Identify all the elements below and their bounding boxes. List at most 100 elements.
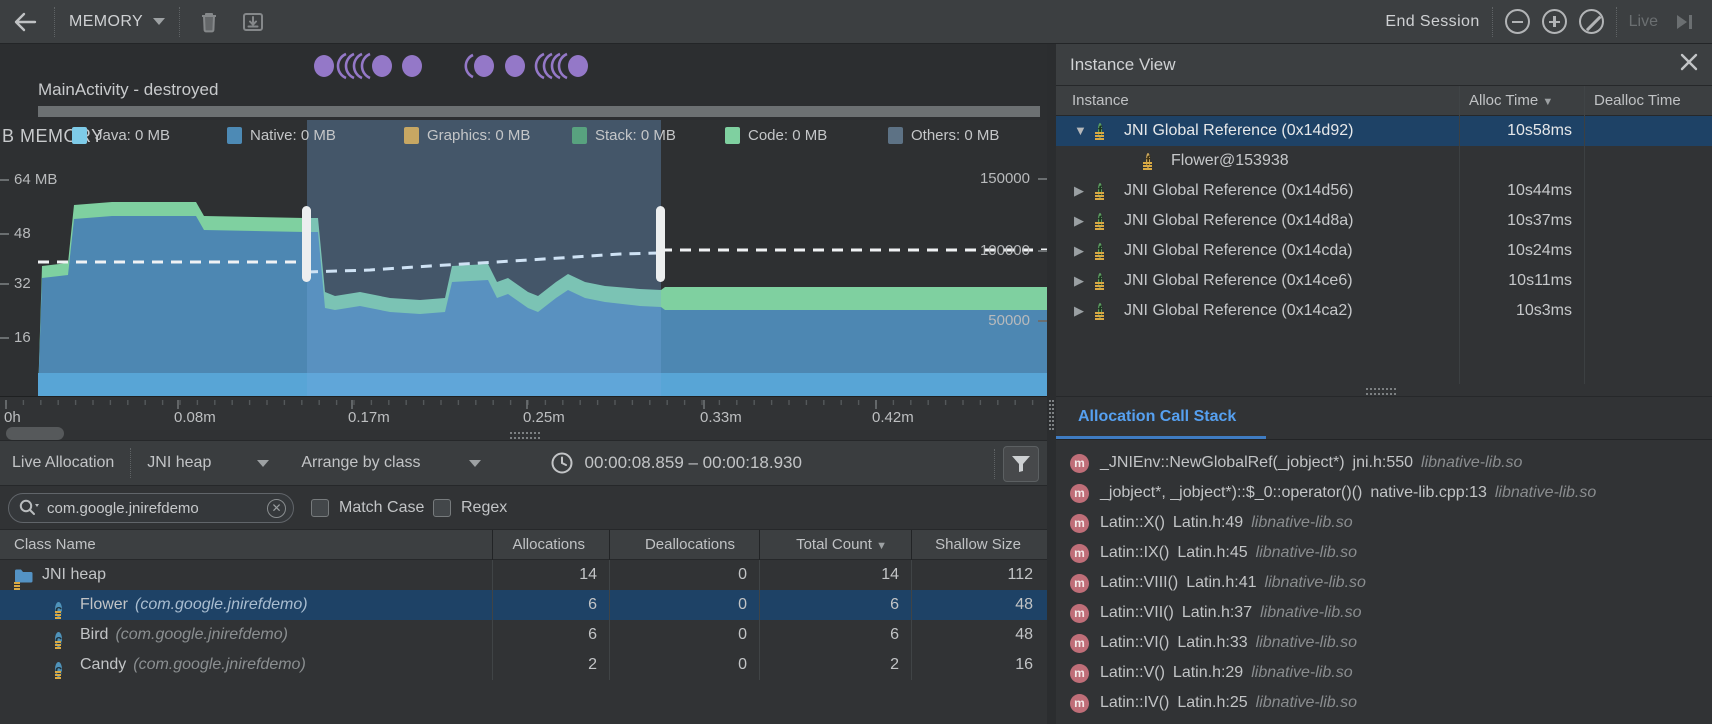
funnel-icon	[1011, 455, 1031, 473]
expander-icon[interactable]: ▼	[1074, 123, 1087, 138]
stack-frame[interactable]: m Latin::VI()Latin.h:33libnative-lib.so	[1056, 628, 1712, 658]
live-button[interactable]: Live	[1629, 13, 1658, 31]
trash-icon[interactable]	[194, 7, 224, 37]
vertical-splitter[interactable]	[1047, 44, 1056, 724]
instance-view-title: Instance View	[1070, 55, 1176, 75]
back-arrow-icon[interactable]	[10, 7, 40, 37]
close-icon[interactable]	[1680, 53, 1698, 76]
heap-select[interactable]: JNI heap	[147, 454, 269, 472]
table-row[interactable]: JNI heap 14 0 14 112	[0, 560, 1047, 590]
column-header[interactable]: Deallocations	[610, 530, 747, 560]
frame-method: Latin::V()	[1100, 664, 1165, 681]
heap-select-value: JNI heap	[147, 454, 211, 472]
frame-location: Latin.h:49	[1173, 514, 1243, 531]
instance-row[interactable]: f Flower@153938	[1056, 146, 1712, 176]
export-heap-dump-icon[interactable]	[238, 7, 268, 37]
go-to-live-icon[interactable]	[1670, 7, 1700, 37]
time-axis-label: 0.33m	[700, 409, 742, 426]
class-icon: f	[1098, 183, 1102, 198]
vertical-splitter-grip[interactable]	[1049, 400, 1054, 430]
frame-module: libnative-lib.so	[1251, 514, 1352, 531]
frame-location: Latin.h:25	[1177, 694, 1247, 711]
y-axis-left-label: 64 MB	[14, 171, 57, 188]
match-case-checkbox[interactable]	[311, 499, 329, 517]
expander-icon[interactable]: ▶	[1074, 243, 1084, 259]
y-axis-right-label: 50000	[946, 312, 1030, 329]
table-row[interactable]: c Bird(com.google.jnirefdemo) 6 0 6 48	[0, 620, 1047, 650]
selection-handle-left	[302, 206, 311, 282]
end-session-button[interactable]: End Session	[1385, 13, 1479, 31]
alloc-time-value: 10s24ms	[1459, 236, 1572, 266]
table-row[interactable]: c Candy(com.google.jnirefdemo) 2 0 2 16	[0, 650, 1047, 680]
instance-row[interactable]: ▼ f JNI Global Reference (0x14d92) 10s58…	[1056, 116, 1712, 146]
column-header[interactable]: Total Count ▼	[760, 530, 899, 560]
arrange-select-value: Arrange by class	[301, 454, 420, 472]
column-header[interactable]: Shallow Size	[912, 530, 1033, 560]
instance-table-header[interactable]: Instance Alloc Time ▼ Dealloc Time	[1056, 86, 1712, 116]
stack-frame[interactable]: m Latin::IV()Latin.h:25libnative-lib.so	[1056, 688, 1712, 718]
frame-method: _jobject*, _jobject*)::$_0::operator()()	[1100, 484, 1362, 501]
instance-column-header[interactable]: Instance	[1072, 86, 1452, 116]
frame-location: Latin.h:37	[1182, 604, 1252, 621]
instance-label: JNI Global Reference (0x14ce6)	[1124, 266, 1353, 296]
jni-heap-folder-icon	[14, 571, 33, 588]
timeline-scrollbar[interactable]	[6, 427, 64, 440]
stack-frame[interactable]: m Latin::V()Latin.h:29libnative-lib.so	[1056, 658, 1712, 688]
instance-row[interactable]: ▶ f JNI Global Reference (0x14d56) 10s44…	[1056, 176, 1712, 206]
time-axis-label: 0.08m	[174, 409, 216, 426]
clock-icon	[547, 448, 577, 478]
expander-icon[interactable]: ▶	[1074, 183, 1084, 199]
stack-frame[interactable]: m _JNIEnv::NewGlobalRef(_jobject*)jni.h:…	[1056, 448, 1712, 478]
class-icon: c	[55, 632, 62, 647]
event-timeline: MainActivity - destroyed	[0, 44, 1047, 120]
reset-zoom-button[interactable]	[1579, 9, 1604, 34]
arrange-select[interactable]: Arrange by class	[301, 454, 480, 472]
zoom-out-button[interactable]	[1505, 9, 1530, 34]
instance-row[interactable]: ▶ f JNI Global Reference (0x14cda) 10s24…	[1056, 236, 1712, 266]
expander-icon[interactable]: ▶	[1074, 213, 1084, 229]
stack-frame[interactable]: m Latin::IX()Latin.h:45libnative-lib.so	[1056, 538, 1712, 568]
legend-item: Others: 0 MB	[888, 127, 999, 144]
instance-row[interactable]: ▶ f JNI Global Reference (0x14d8a) 10s37…	[1056, 206, 1712, 236]
class-name: Bird(com.google.jnirefdemo)	[80, 620, 480, 650]
alloc-time-value: 10s11ms	[1459, 266, 1572, 296]
table-row[interactable]: c Flower(com.google.jnirefdemo) 6 0 6 48	[0, 590, 1047, 620]
stack-frame[interactable]: m Latin::VIII()Latin.h:41libnative-lib.s…	[1056, 568, 1712, 598]
dealloc-time-column-header[interactable]: Dealloc Time	[1594, 86, 1709, 116]
zoom-in-button[interactable]	[1542, 9, 1567, 34]
legend-item: Native: 0 MB	[227, 127, 336, 144]
memory-chart[interactable]: B MEMORY Java: 0 MBNative: 0 MBGraphics:…	[0, 120, 1047, 396]
match-case-option[interactable]: Match Case	[311, 499, 424, 517]
regex-checkbox[interactable]	[433, 499, 451, 517]
alloc-time-value: 10s3ms	[1459, 296, 1572, 326]
stack-frame[interactable]: m Latin::VII()Latin.h:37libnative-lib.so	[1056, 598, 1712, 628]
stack-frame[interactable]: m _jobject*, _jobject*)::$_0::operator()…	[1056, 478, 1712, 508]
class-table-header[interactable]: Class Name Allocations Deallocations Total …	[0, 530, 1047, 560]
profiler-selector[interactable]: MEMORY	[69, 13, 165, 31]
y-axis-left-label: 16	[14, 329, 31, 346]
alloc-time-value	[1459, 146, 1572, 176]
expander-icon[interactable]: ▶	[1074, 273, 1084, 289]
y-axis-right-label: 150000	[946, 170, 1030, 187]
column-header[interactable]: Allocations	[493, 530, 597, 560]
regex-option[interactable]: Regex	[433, 499, 507, 517]
alloc-time-column-header[interactable]: Alloc Time ▼	[1469, 86, 1575, 116]
filter-button[interactable]	[1003, 446, 1039, 482]
search-input[interactable]: com.google.jnirefdemo ✕	[8, 493, 294, 523]
frame-module: libnative-lib.so	[1256, 544, 1357, 561]
clear-search-icon[interactable]: ✕	[267, 499, 286, 518]
frame-module: libnative-lib.so	[1251, 664, 1352, 681]
instance-row[interactable]: ▶ f JNI Global Reference (0x14ca2) 10s3m…	[1056, 296, 1712, 326]
expander-icon[interactable]: ▶	[1074, 303, 1084, 319]
horizontal-splitter-grip[interactable]	[510, 432, 540, 439]
stack-frame[interactable]: m Latin::X()Latin.h:49libnative-lib.so	[1056, 508, 1712, 538]
class-icon: f	[1146, 153, 1150, 168]
chart-legend: B MEMORY Java: 0 MBNative: 0 MBGraphics:…	[0, 126, 1047, 150]
time-axis[interactable]: 0h0.08m0.17m0.25m0.33m0.42m	[0, 396, 1047, 430]
instance-row[interactable]: ▶ f JNI Global Reference (0x14ce6) 10s11…	[1056, 266, 1712, 296]
method-icon: m	[1070, 634, 1089, 653]
tab-allocation-call-stack[interactable]: Allocation Call Stack	[1078, 408, 1236, 426]
memory-area-chart[interactable]	[0, 120, 1047, 396]
horizontal-splitter-grip[interactable]	[1366, 388, 1396, 395]
column-header[interactable]: Class Name	[14, 530, 254, 560]
